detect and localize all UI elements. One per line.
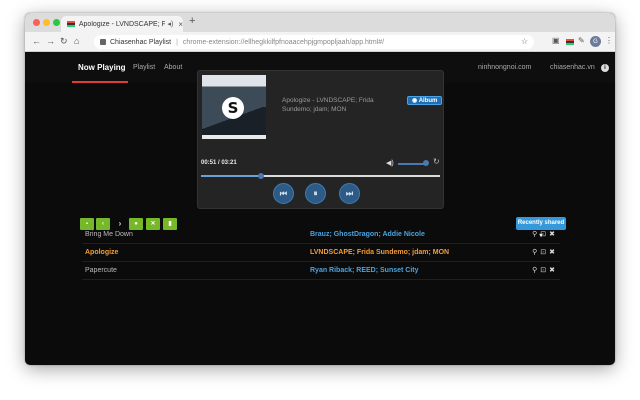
nav-link-chiasenhac[interactable]: chiasenhac.vn — [550, 53, 595, 83]
next-icon: ⏭ — [345, 189, 354, 198]
previous-track-button[interactable]: ⏮ — [273, 183, 294, 204]
browser-titlebar: Apologize - LVNDSCAPE; F ◂) × + — [25, 13, 615, 32]
next-track-button[interactable]: ⏭ — [339, 183, 360, 204]
volume-slider[interactable] — [398, 163, 426, 165]
back-arrow-icon[interactable]: ← — [32, 36, 41, 46]
time-display: 00:51 / 03:21 — [201, 160, 237, 166]
song-artist[interactable]: Ryan Riback; REED; Sunset City — [310, 267, 419, 274]
song-title[interactable]: Papercute — [85, 267, 117, 274]
seek-bar-fill — [201, 175, 262, 177]
player-card: S Apologize - LVNDSCAPE; Frida Sundemo; … — [197, 70, 444, 209]
seek-bar[interactable] — [201, 173, 440, 179]
profile-avatar[interactable]: G — [590, 36, 601, 47]
album-cover: S — [202, 75, 266, 139]
extension-puzzle-icon — [100, 39, 106, 45]
download-icon[interactable]: ⊡ — [540, 231, 549, 238]
nav-playlist[interactable]: Playlist — [133, 53, 155, 83]
volume-icon[interactable]: ◀) — [386, 159, 394, 167]
minimize-window-button[interactable] — [43, 19, 50, 26]
nav-now-playing[interactable]: Now Playing — [78, 53, 126, 83]
song-title[interactable]: Bring Me Down — [85, 231, 133, 238]
pause-icon: ⏸ — [313, 189, 318, 198]
menu-kebab-icon[interactable]: ⋮ — [605, 36, 613, 45]
omnibox-separator: | — [176, 38, 178, 46]
song-row[interactable]: Bring Me Down Brauz; GhostDragon; Addie … — [82, 226, 560, 244]
album-button-label: Album — [418, 98, 438, 104]
new-tab-button[interactable]: + — [189, 15, 195, 27]
song-title[interactable]: Apologize — [85, 249, 118, 256]
remove-icon[interactable]: ✖ — [549, 231, 558, 238]
song-actions: ⚲⊡✖ — [532, 266, 558, 274]
active-tab-underline — [72, 81, 128, 83]
song-actions: ⚲⊡✖ — [532, 248, 558, 256]
audio-playing-icon[interactable]: ◂) — [167, 20, 173, 28]
seek-bar-handle[interactable] — [258, 173, 265, 179]
browser-window: Apologize - LVNDSCAPE; F ◂) × + ← → ↻ ⌂ … — [25, 13, 615, 365]
bookmark-star-icon[interactable]: ☆ — [521, 37, 528, 46]
remove-icon[interactable]: ✖ — [549, 267, 558, 274]
download-icon[interactable]: ⊡ — [540, 249, 549, 256]
chiasenhac-favicon-icon — [67, 21, 75, 27]
chiasenhac-extension-icon[interactable] — [566, 39, 574, 45]
address-bar[interactable]: Chiasenhac Playlist | chrome-extension:/… — [94, 35, 534, 49]
now-playing-track: Apologize - LVNDSCAPE; Frida Sundemo; jd… — [282, 97, 374, 113]
album-disc-icon: ◉ — [412, 98, 419, 104]
save-page-icon[interactable]: ▣ — [552, 36, 560, 45]
album-button[interactable]: ◉ Album — [407, 96, 443, 105]
extension-icon[interactable]: ✎ — [578, 36, 585, 45]
volume-slider-handle[interactable] — [423, 160, 429, 166]
info-icon[interactable]: i — [601, 64, 609, 72]
close-window-button[interactable] — [33, 19, 40, 26]
nav-about[interactable]: About — [164, 53, 182, 83]
omnibox-url: chrome-extension://ellhegkkilfpfnoaacehp… — [182, 38, 385, 46]
pause-button[interactable]: ⏸ — [305, 183, 326, 204]
cover-bottom-strip — [202, 135, 266, 139]
song-actions: ⚲⊡✖ — [532, 230, 558, 238]
browser-tab[interactable]: Apologize - LVNDSCAPE; F ◂) × — [61, 16, 183, 32]
song-row[interactable]: Papercute Ryan Riback; REED; Sunset City… — [82, 262, 560, 280]
song-row-current[interactable]: Apologize LVNDSCAPE; Frida Sundemo; jdam… — [82, 244, 560, 262]
browser-toolbar: ← → ↻ ⌂ Chiasenhac Playlist | chrome-ext… — [25, 32, 615, 52]
omnibox-site-label: Chiasenhac Playlist — [110, 38, 172, 46]
spinnin-records-logo: S — [222, 97, 244, 119]
tab-title: Apologize - LVNDSCAPE; F — [78, 20, 166, 28]
song-artist[interactable]: LVNDSCAPE; Frida Sundemo; jdam; MON — [310, 249, 449, 256]
maximize-window-button[interactable] — [53, 19, 60, 26]
reload-icon[interactable]: ↻ — [60, 36, 68, 47]
remove-icon[interactable]: ✖ — [549, 249, 558, 256]
download-icon[interactable]: ⊡ — [540, 267, 549, 274]
repeat-icon[interactable]: ↻ — [433, 157, 440, 166]
previous-icon: ⏮ — [279, 189, 288, 198]
forward-arrow-icon[interactable]: → — [46, 36, 55, 46]
song-artist[interactable]: Brauz; GhostDragon; Addie Nicole — [310, 231, 425, 238]
tab-close-icon[interactable]: × — [178, 20, 183, 29]
nav-link-ninhnongnoi[interactable]: ninhnongnoi.com — [478, 53, 531, 83]
home-icon[interactable]: ⌂ — [74, 36, 79, 46]
